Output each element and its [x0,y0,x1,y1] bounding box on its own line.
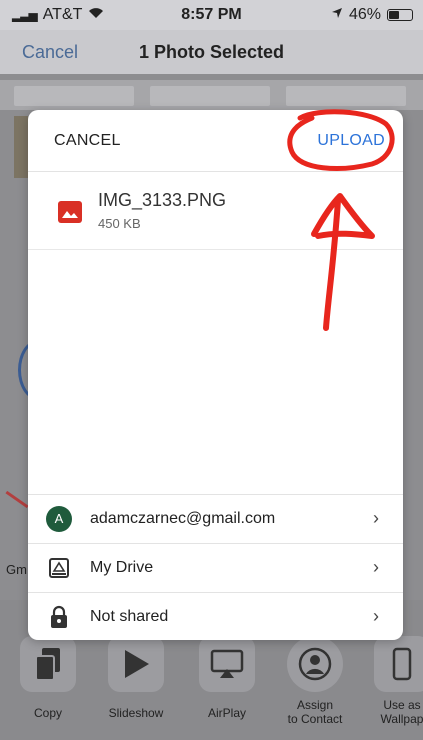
wallpaper-action[interactable]: Use as Wallpap [362,636,423,726]
copy-action[interactable]: Copy [8,636,88,720]
contact-icon [287,636,343,692]
status-bar: ▂▃▅ AT&T 8:57 PM 46% [0,0,423,30]
nav-title: 1 Photo Selected [138,42,285,62]
sharing-selector[interactable]: Not shared › [28,592,403,640]
sheet-cancel-button[interactable]: CANCEL [54,132,121,150]
upload-button[interactable]: UPLOAD [317,132,385,150]
slideshow-action[interactable]: Slideshow [96,636,176,720]
chevron-right-icon: › [373,508,379,528]
status-right: 46% [331,6,413,24]
sheet-header: CANCEL UPLOAD [28,110,403,172]
copy-label: Copy [33,706,62,720]
airplay-action[interactable]: AirPlay [187,636,267,720]
background-screenshot-thumb [286,86,406,106]
background-screenshot-thumb [150,86,270,106]
battery-percent: 46% [348,6,381,23]
airplay-icon [199,636,255,692]
file-name: IMG_3133.PNG [98,190,227,210]
folder-label: My Drive [90,558,154,576]
play-icon [108,636,164,692]
copy-icon [20,636,76,692]
chevron-right-icon: › [373,606,379,626]
background-partial-label: Gm [6,562,27,577]
assign-to-contact-action[interactable]: Assign to Contact [275,636,355,726]
nav-bar: Cancel 1 Photo Selected [0,30,423,74]
file-size: 450 KB [98,216,141,231]
account-email: adamczarnec@gmail.com [90,509,276,527]
slideshow-label: Slideshow [108,706,164,720]
account-selector[interactable]: A adamczarnec@gmail.com › [28,494,403,542]
airplay-label: AirPlay [207,706,246,720]
wallpaper-label: Use as Wallpap [380,698,423,726]
folder-selector[interactable]: My Drive › [28,543,403,591]
account-avatar-icon: A [46,505,72,532]
image-file-icon [58,201,82,223]
lock-icon [46,604,72,630]
battery-icon [387,9,413,21]
phone-icon [374,636,423,692]
upload-sheet: CANCEL UPLOAD IMG_3133.PNG 450 KB A adam… [28,110,403,640]
avatar: A [46,505,72,532]
sharing-label: Not shared [90,607,169,625]
background-photo [14,116,28,178]
drive-folder-icon [46,555,72,581]
assign-to-contact-label: Assign to Contact [287,698,343,726]
location-icon [331,6,343,24]
chevron-right-icon: › [373,557,379,577]
background-screenshot-thumb [14,86,134,106]
file-item: IMG_3133.PNG 450 KB [28,172,403,250]
